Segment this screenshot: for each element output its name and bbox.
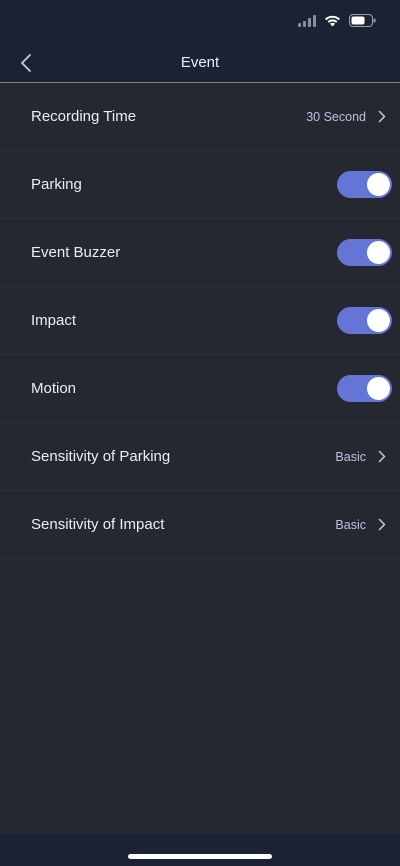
home-indicator[interactable] [128,854,272,859]
sensitivity-parking-row[interactable]: Sensitivity of Parking Basic [0,423,400,491]
motion-row: Motion [0,355,400,423]
impact-label: Impact [31,312,77,329]
motion-toggle[interactable] [337,375,392,402]
recording-time-label: Recording Time [31,108,137,125]
parking-toggle[interactable] [337,171,392,198]
recording-time-value: 30 Second [306,109,366,124]
bottom-bar [0,834,400,866]
battery-icon [349,14,376,27]
status-icons [298,14,376,27]
event-buzzer-row: Event Buzzer [0,219,400,287]
toggle-knob [367,241,390,264]
impact-toggle[interactable] [337,307,392,334]
parking-row: Parking [0,151,400,219]
toggle-knob [367,173,390,196]
status-bar [0,0,400,44]
cellular-signal-icon [298,14,316,27]
nav-bar: Event [0,44,400,83]
sensitivity-impact-label: Sensitivity of Impact [31,516,165,533]
sensitivity-impact-value: Basic [335,517,366,532]
page-title: Event [180,54,220,71]
event-buzzer-label: Event Buzzer [31,244,121,261]
sensitivity-parking-value: Basic [335,449,366,464]
toggle-knob [367,309,390,332]
recording-time-value-group: 30 Second [306,110,388,124]
toggle-knob [367,377,390,400]
chevron-right-icon [376,110,388,124]
chevron-right-icon [376,518,388,532]
motion-label: Motion [31,380,77,397]
sensitivity-parking-value-group: Basic [335,450,388,464]
settings-list: Recording Time 30 Second Parking Event B… [0,83,400,834]
sensitivity-impact-value-group: Basic [335,518,388,532]
parking-label: Parking [31,176,82,193]
wifi-icon [325,15,340,26]
impact-row: Impact [0,287,400,355]
chevron-right-icon [376,450,388,464]
sensitivity-parking-label: Sensitivity of Parking [31,448,171,465]
sensitivity-impact-row[interactable]: Sensitivity of Impact Basic [0,491,400,559]
recording-time-row[interactable]: Recording Time 30 Second [0,83,400,151]
event-buzzer-toggle[interactable] [337,239,392,266]
